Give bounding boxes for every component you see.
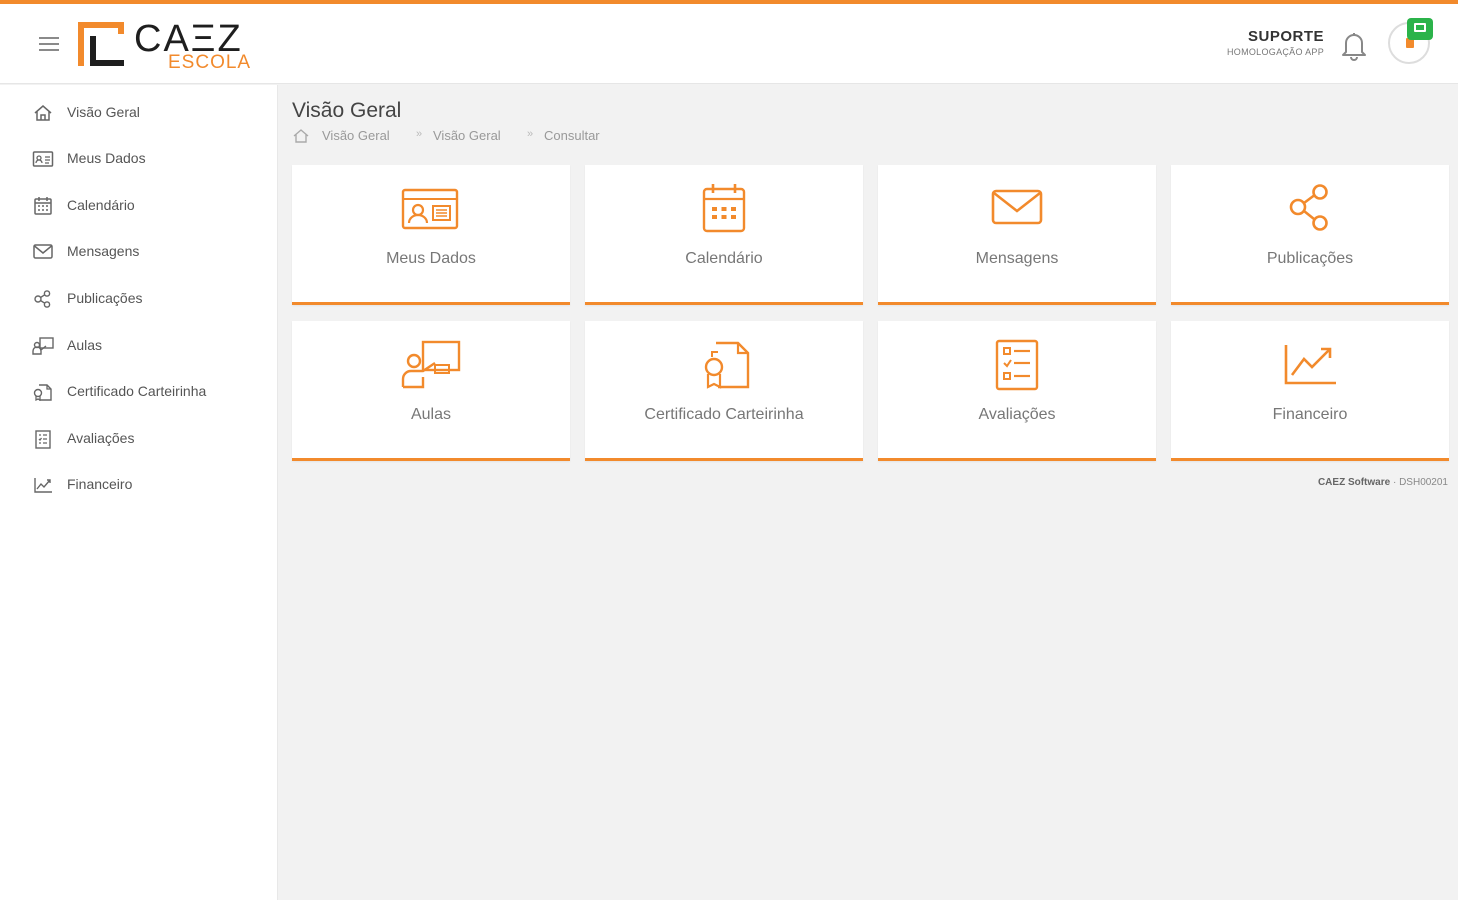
calendar-icon (702, 184, 746, 233)
calendar-icon (34, 197, 52, 215)
chart-up-icon (1284, 345, 1336, 385)
sidebar: Visão Geral Meus Dados Calendário Mensag… (0, 85, 278, 900)
tile-publicacoes[interactable]: Publicações (1171, 165, 1449, 305)
share-icon (1289, 184, 1328, 231)
sidebar-item-label: Aulas (67, 337, 103, 353)
user-name: SUPORTE (1247, 28, 1324, 45)
tile-avaliacoes[interactable]: Avaliações (878, 321, 1156, 461)
checklist-icon (995, 339, 1039, 391)
envelope-icon (991, 189, 1043, 225)
tile-label: Publicações (1266, 250, 1354, 267)
sidebar-item-publicacoes[interactable]: Publicações (0, 279, 278, 319)
breadcrumb-item: Consultar (544, 128, 600, 143)
tile-label: Mensagens (975, 250, 1059, 267)
sidebar-item-aulas[interactable]: Aulas (0, 326, 278, 366)
breadcrumb-separator-icon: » (527, 128, 534, 140)
tile-label: Aulas (410, 406, 452, 423)
footer-version: CAEZ Software · DSH00201 (1318, 477, 1448, 488)
tile-label: Certificado Carteirinha (644, 406, 804, 423)
sidebar-item-meus-dados[interactable]: Meus Dados (0, 139, 278, 179)
sidebar-item-financeiro[interactable]: Financeiro (0, 465, 278, 505)
tile-aulas[interactable]: Aulas (292, 321, 570, 461)
tile-label: Calendário (685, 250, 763, 267)
id-card-icon (32, 151, 54, 167)
certificate-icon (33, 384, 52, 402)
tile-label: Meus Dados (386, 250, 476, 267)
user-environment: HOMOLOGAÇÃO APP (1226, 47, 1324, 57)
sidebar-item-label: Mensagens (67, 243, 140, 259)
tile-mensagens[interactable]: Mensagens (878, 165, 1156, 305)
tile-label: Avaliações (978, 406, 1056, 423)
sidebar-item-label: Avaliações (67, 430, 135, 446)
tile-calendario[interactable]: Calendário (585, 165, 863, 305)
app-header: CAΞZ ESCOLA SUPORTE HOMOLOGAÇÃO APP (0, 4, 1458, 84)
sidebar-item-label: Visão Geral (67, 104, 140, 120)
sidebar-item-label: Certificado Carteirinha (67, 383, 207, 399)
id-card-icon (401, 188, 459, 230)
breadcrumb-separator-icon: » (416, 128, 423, 140)
sidebar-item-avaliacoes[interactable]: Avaliações (0, 419, 278, 459)
sidebar-item-label: Financeiro (67, 476, 133, 492)
share-icon (34, 290, 51, 308)
logo-subtext: ESCOLA (168, 52, 252, 73)
sidebar-item-label: Publicações (67, 290, 143, 306)
sidebar-item-label: Calendário (67, 197, 135, 213)
sidebar-item-calendario[interactable]: Calendário (0, 186, 278, 226)
main-content: Visão Geral Visão Geral » Visão Geral » … (278, 85, 1458, 900)
tile-meus-dados[interactable]: Meus Dados (292, 165, 570, 305)
certificate-icon (704, 341, 750, 389)
breadcrumb-item[interactable]: Visão Geral (433, 128, 501, 143)
tile-label: Financeiro (1272, 406, 1348, 423)
sidebar-item-mensagens[interactable]: Mensagens (0, 232, 278, 272)
checklist-icon (35, 430, 51, 449)
notifications-bell-icon[interactable] (1338, 28, 1370, 62)
user-info[interactable]: SUPORTE HOMOLOGAÇÃO APP (1227, 28, 1324, 57)
app-logo[interactable]: CAΞZ ESCOLA (74, 16, 254, 76)
chart-up-icon (34, 478, 52, 493)
tile-financeiro[interactable]: Financeiro (1171, 321, 1449, 461)
tile-certificado-carteirinha[interactable]: Certificado Carteirinha (585, 321, 863, 461)
sidebar-item-label: Meus Dados (67, 150, 146, 166)
footer-code: · DSH00201 (1390, 477, 1448, 488)
teacher-icon (32, 337, 54, 355)
home-icon (34, 105, 52, 121)
logo-mark-icon (78, 22, 124, 66)
sidebar-item-visao-geral[interactable]: Visão Geral (0, 93, 278, 133)
sidebar-item-certificado-carteirinha[interactable]: Certificado Carteirinha (0, 372, 278, 412)
envelope-icon (33, 244, 53, 259)
page-title: Visão Geral (292, 99, 402, 122)
online-status-icon (1407, 18, 1433, 40)
hamburger-menu-icon[interactable] (36, 32, 62, 56)
footer-brand: CAEZ Software (1317, 477, 1391, 488)
breadcrumb-item[interactable]: Visão Geral (322, 128, 390, 143)
teacher-icon (401, 340, 461, 389)
breadcrumb-home-icon[interactable] (292, 127, 310, 145)
